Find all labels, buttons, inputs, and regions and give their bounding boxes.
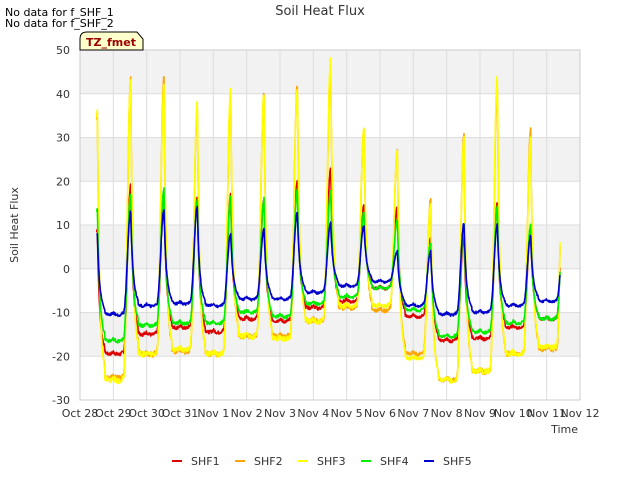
y-tick-label: 50 bbox=[56, 44, 70, 57]
legend-label-shf1: SHF1 bbox=[191, 455, 220, 468]
x-tick-label: Nov 5 bbox=[331, 407, 363, 420]
x-tick-label: Nov 4 bbox=[297, 407, 329, 420]
x-axis-label: Time bbox=[550, 423, 578, 436]
x-tick-label: Nov 3 bbox=[264, 407, 296, 420]
legend-label-shf3: SHF3 bbox=[317, 455, 346, 468]
x-tick-label: Nov 8 bbox=[431, 407, 463, 420]
legend-label-shf5: SHF5 bbox=[443, 455, 472, 468]
y-tick-label: 20 bbox=[56, 175, 70, 188]
y-tick-label: 40 bbox=[56, 88, 70, 101]
x-tick-label: Nov 9 bbox=[464, 407, 496, 420]
y-tick-label: 0 bbox=[63, 263, 70, 276]
x-tick-label: Oct 30 bbox=[128, 407, 165, 420]
legend-label-shf4: SHF4 bbox=[380, 455, 409, 468]
x-tick-label: Oct 29 bbox=[95, 407, 132, 420]
y-tick-label: -30 bbox=[52, 394, 70, 407]
chart-title: Soil Heat Flux bbox=[275, 4, 365, 19]
y-tick-label: -20 bbox=[52, 350, 70, 363]
legend-label-shf2: SHF2 bbox=[254, 455, 283, 468]
x-tick-label: Nov 1 bbox=[197, 407, 229, 420]
tz-badge: TZ_fmet bbox=[79, 31, 144, 51]
y-tick-label: 30 bbox=[56, 132, 70, 145]
y-tick-label: -10 bbox=[52, 307, 70, 320]
y-tick-label: 10 bbox=[56, 219, 70, 232]
plot-band bbox=[80, 225, 580, 269]
x-tick-label: Nov 6 bbox=[364, 407, 396, 420]
y-axis-label: Soil Heat Flux bbox=[8, 187, 21, 263]
tz-badge-label: TZ_fmet bbox=[86, 36, 136, 49]
x-tick-label: Oct 31 bbox=[162, 407, 199, 420]
x-tick-label: Nov 7 bbox=[397, 407, 429, 420]
soil-heat-flux-chart: -30 -20 -10 0 10 20 30 40 50 Oct 28Oct 29Oct 30O… bbox=[8, 4, 600, 468]
x-tick-label: Nov 12 bbox=[561, 407, 600, 420]
x-tick-label: Nov 2 bbox=[231, 407, 263, 420]
x-tick-label: Oct 28 bbox=[62, 407, 99, 420]
legend: SHF1 SHF2 SHF3 SHF4 SHF5 bbox=[172, 455, 472, 468]
